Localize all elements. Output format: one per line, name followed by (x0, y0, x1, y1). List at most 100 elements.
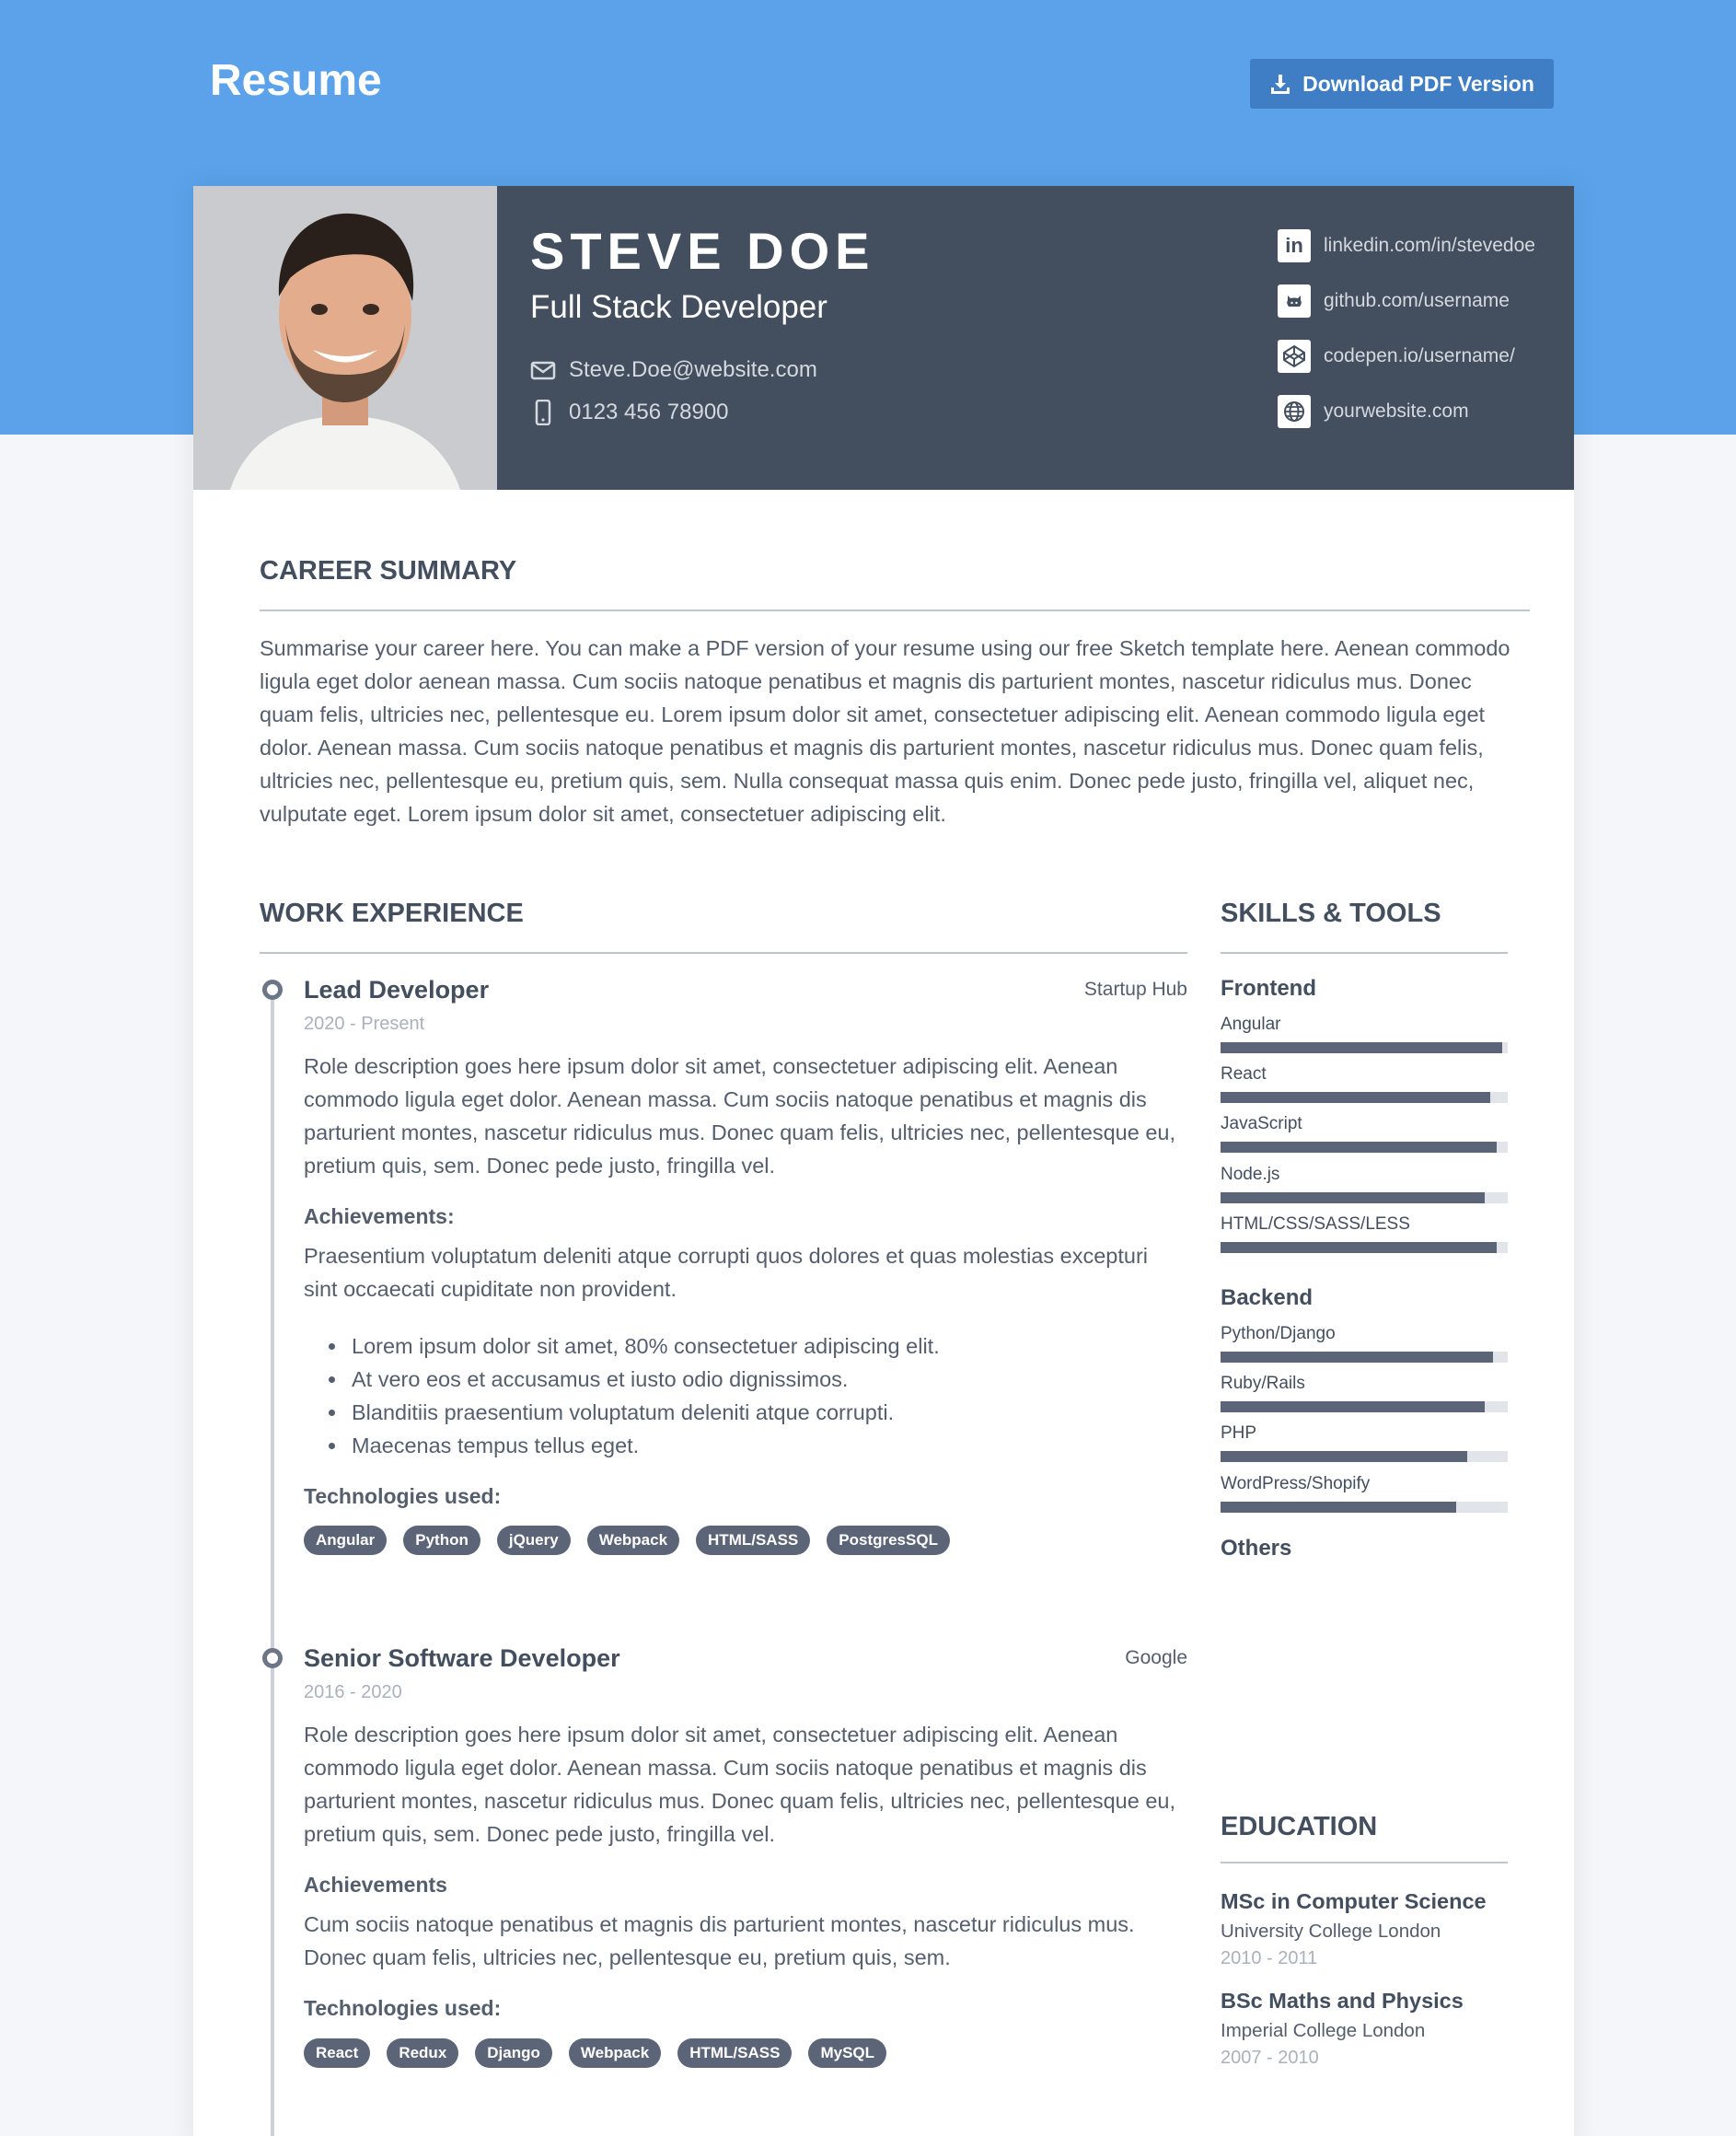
career-summary-divider (260, 609, 1530, 611)
job-company: Startup Hub (1083, 979, 1187, 1000)
skill-name: HTML/CSS/SASS/LESS (1221, 1214, 1410, 1234)
linkedin-text: linkedin.com/in/stevedoe (1324, 235, 1535, 256)
achievements-label: Achievements (304, 1873, 447, 1897)
codepen-text: codepen.io/username/ (1324, 345, 1515, 366)
email-text: Steve.Doe@website.com (569, 357, 817, 382)
resume-card: STEVE DOE Full Stack Developer Steve.Doe… (193, 186, 1574, 2136)
tech-tag: HTML/SASS (677, 2038, 793, 2068)
website-link[interactable]: yourwebsite.com (1278, 395, 1469, 428)
job-description: Role description goes here ipsum dolor s… (304, 1723, 1175, 1846)
codepen-icon (1278, 340, 1311, 373)
education-school: University College London (1221, 1921, 1441, 1942)
tech-tag: Python (403, 1526, 480, 1555)
tech-tag: MySQL (808, 2038, 887, 2068)
top-bar: Resume Download PDF Version (0, 0, 1736, 166)
tech-tag: PostgresSQL (827, 1526, 950, 1555)
profile-role: Full Stack Developer (530, 289, 827, 325)
skill-bar (1221, 1042, 1508, 1053)
job-dates: 2020 - Present (304, 1014, 425, 1034)
phone-text: 0123 456 78900 (569, 400, 729, 424)
skill-bar-fill (1221, 1502, 1456, 1513)
tech-tag: jQuery (496, 1526, 571, 1555)
technologies-label: Technologies used: (304, 1996, 502, 2020)
skill-bar (1221, 1401, 1508, 1412)
education-title: EDUCATION (1221, 1812, 1378, 1841)
email-link[interactable]: Steve.Doe@website.com (530, 357, 817, 383)
phone-link[interactable]: 0123 456 78900 (530, 400, 729, 425)
backend-label: Backend (1221, 1285, 1314, 1310)
download-pdf-label: Download PDF Version (1302, 71, 1534, 96)
download-pdf-button[interactable]: Download PDF Version (1250, 59, 1554, 109)
skill-item: Angular (1221, 1015, 1508, 1053)
education-degree: BSc Maths and Physics (1221, 1989, 1464, 2013)
skill-item: React (1221, 1064, 1508, 1103)
job-dates: 2016 - 2020 (304, 1682, 402, 1702)
website-text: yourwebsite.com (1324, 400, 1469, 422)
skill-bar (1221, 1142, 1508, 1153)
skill-name: Python/Django (1221, 1324, 1336, 1343)
tech-tag: Webpack (586, 1526, 680, 1555)
skill-bar-fill (1221, 1192, 1486, 1203)
tech-tag: Django (475, 2038, 552, 2068)
skill-bar (1221, 1352, 1508, 1363)
mobile-phone-icon (535, 400, 551, 425)
codepen-link[interactable]: codepen.io/username/ (1278, 340, 1515, 373)
tech-tag: Angular (304, 1526, 388, 1555)
job-company: Google (1125, 1647, 1187, 1668)
education-dates: 2007 - 2010 (1221, 2048, 1319, 2068)
list-item: Blanditiis praesentium voluptatum deleni… (348, 1396, 1176, 1429)
skill-name: WordPress/Shopify (1221, 1474, 1371, 1493)
list-item: At vero eos et accusamus et iusto odio d… (348, 1363, 1176, 1396)
download-icon (1271, 75, 1290, 94)
education-divider (1221, 1862, 1508, 1863)
github-text: github.com/username (1324, 290, 1510, 311)
work-experience-title: WORK EXPERIENCE (260, 899, 524, 928)
skills-title: SKILLS & TOOLS (1221, 899, 1441, 928)
education-degree: MSc in Computer Science (1221, 1889, 1487, 1913)
skills-divider (1221, 952, 1508, 954)
timeline-dot (262, 980, 283, 1000)
skill-bar (1221, 1242, 1508, 1253)
skill-bar-fill (1221, 1242, 1497, 1253)
profile-photo (193, 186, 497, 490)
tech-tag: React (304, 2038, 371, 2068)
globe-icon (1278, 395, 1311, 428)
skill-bar (1221, 1092, 1508, 1103)
achievements-label: Achievements: (304, 1204, 455, 1228)
education-dates: 2010 - 2011 (1221, 1948, 1318, 1968)
github-link[interactable]: github.com/username (1278, 284, 1510, 318)
education-school: Imperial College London (1221, 2020, 1426, 2041)
linkedin-link[interactable]: in linkedin.com/in/stevedoe (1278, 229, 1535, 262)
career-summary-title: CAREER SUMMARY (260, 556, 517, 586)
skill-name: PHP (1221, 1423, 1257, 1443)
profile-name: STEVE DOE (530, 222, 875, 280)
technology-tags: Angular Python jQuery Webpack HTML/SASS … (304, 1526, 950, 1555)
timeline-line (271, 987, 274, 2136)
skill-name: Ruby/Rails (1221, 1374, 1305, 1393)
skill-item: Node.js (1221, 1165, 1508, 1203)
timeline-dot (262, 1648, 283, 1668)
skill-bar (1221, 1192, 1508, 1203)
tech-tag: Webpack (568, 2038, 662, 2068)
technology-tags: React Redux Django Webpack HTML/SASS MyS… (304, 2038, 887, 2068)
job-title: Senior Software Developer (304, 1644, 620, 1672)
skill-name: Angular (1221, 1015, 1281, 1034)
others-label: Others (1221, 1536, 1292, 1561)
list-item: Lorem ipsum dolor sit amet, 80% consecte… (348, 1329, 1176, 1363)
work-experience-divider (260, 952, 1187, 954)
skill-name: React (1221, 1064, 1267, 1084)
career-summary-text: Summarise your career here. You can make… (260, 636, 1510, 826)
skill-bar-fill (1221, 1142, 1497, 1153)
achievements-text: Praesentium voluptatum deleniti atque co… (304, 1244, 1149, 1301)
list-item: Maecenas tempus tellus eget. (348, 1429, 1176, 1462)
tech-tag: Redux (387, 2038, 459, 2068)
skill-name: JavaScript (1221, 1114, 1302, 1133)
job-title: Lead Developer (304, 976, 490, 1004)
skill-bar-fill (1221, 1401, 1486, 1412)
skill-bar-fill (1221, 1352, 1494, 1363)
skill-item: Ruby/Rails (1221, 1374, 1508, 1412)
skill-bar-fill (1221, 1092, 1491, 1103)
achievements-text: Cum sociis natoque penatibus et magnis d… (304, 1912, 1135, 1969)
achievements-list: Lorem ipsum dolor sit amet, 80% consecte… (348, 1329, 1176, 1462)
tech-tag: HTML/SASS (696, 1526, 811, 1555)
